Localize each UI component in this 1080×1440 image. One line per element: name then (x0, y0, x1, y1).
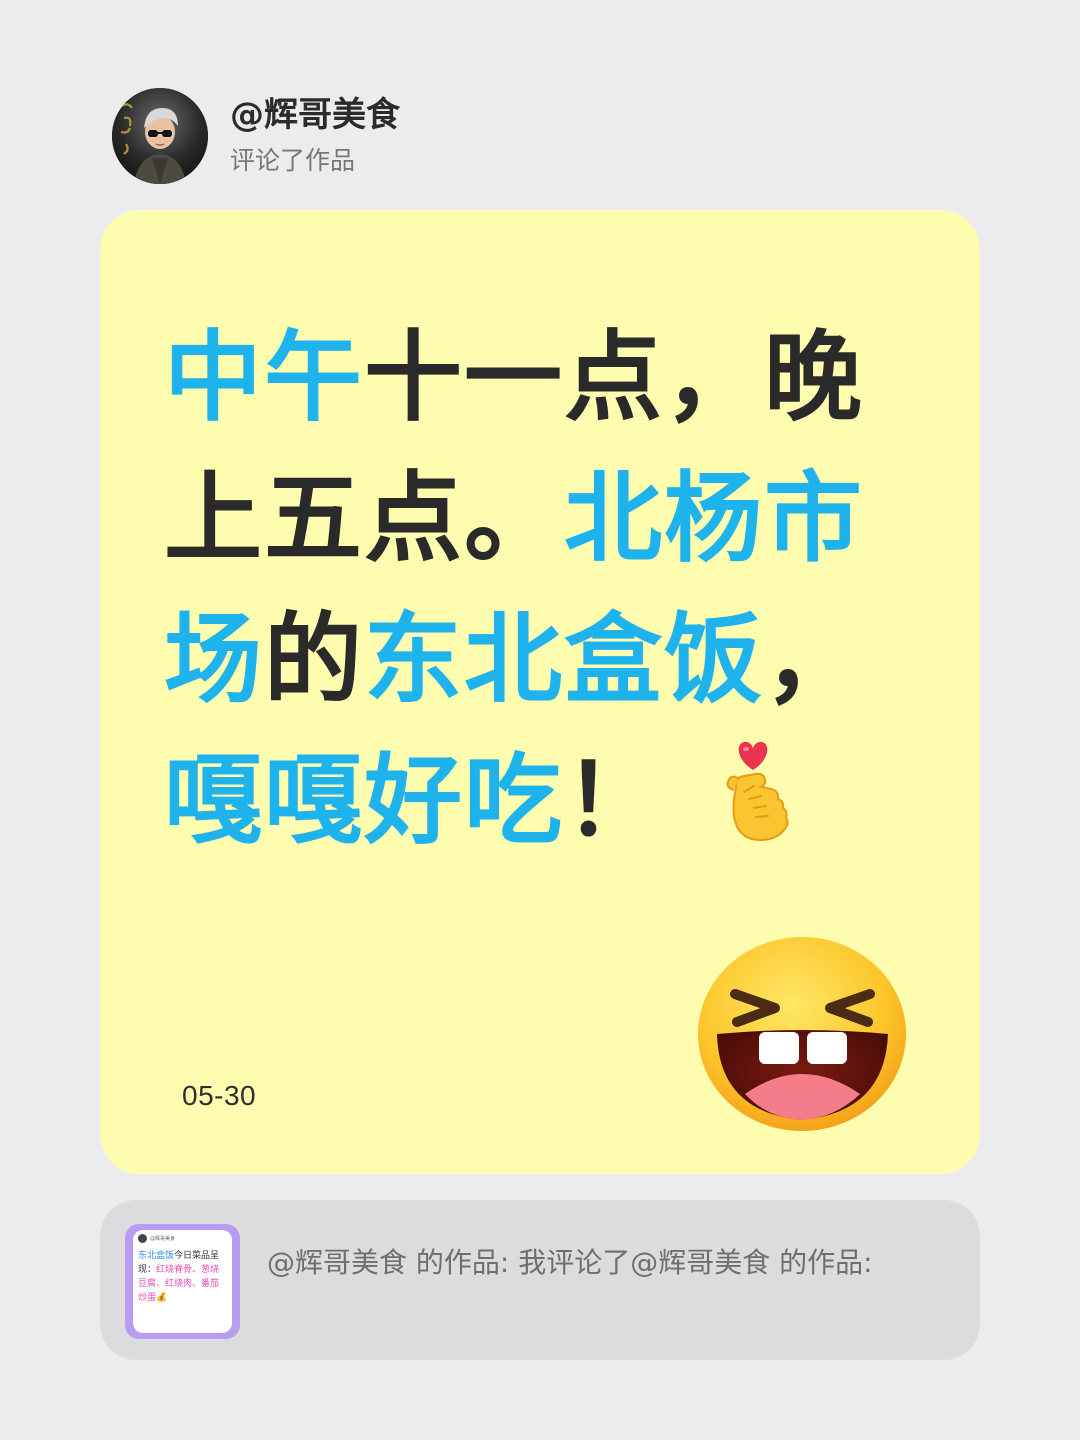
reference-text: @辉哥美食 的作品: 我评论了@辉哥美食 的作品: (267, 1246, 873, 1279)
comment-segment: 中午 (164, 321, 365, 435)
comment-date: 05-30 (182, 1080, 257, 1111)
username[interactable]: @辉哥美食 (230, 93, 400, 137)
referenced-post[interactable]: @辉哥美食 东北盒饭今日菜品呈现：红烧脊骨、葱烧豆腐、红烧肉、番茄炒蛋💰 @辉哥… (100, 1200, 980, 1360)
thumbnail-text-blue: 东北盒饭 (138, 1251, 175, 1261)
thumbnail-avatar (138, 1234, 147, 1243)
comment-segment: 东北盒饭 (364, 603, 765, 717)
comment-segment: ！ (564, 744, 665, 858)
avatar[interactable] (112, 88, 208, 184)
action-text: 评论了作品 (230, 146, 356, 175)
comment-segment: ， (764, 603, 865, 717)
thumbnail-text: 东北盒饭今日菜品呈现：红烧脊骨、葱烧豆腐、红烧肉、番茄炒蛋💰 (133, 1243, 232, 1305)
thumbnail-card: @辉哥美食 东北盒饭今日菜品呈现：红烧脊骨、葱烧豆腐、红烧肉、番茄炒蛋💰 (133, 1230, 232, 1333)
laughing-face-icon (695, 934, 910, 1134)
thumbnail-header: @辉哥美食 (133, 1230, 232, 1243)
avatar-portrait-icon (112, 88, 208, 184)
comment-text: 中午十一点，晚上五点。北杨市场的东北盒饭，嘎嘎好吃！ (164, 308, 924, 872)
money-bag-icon: 💰 (156, 1293, 168, 1303)
comment-card: 中午十一点，晚上五点。北杨市场的东北盒饭，嘎嘎好吃！ 05-30 (100, 210, 980, 1174)
comment-segment: 嘎嘎好吃 (164, 744, 565, 858)
comment-segment: 的 (264, 603, 365, 717)
comment-header: @辉哥美食 评论了作品 (112, 88, 400, 184)
thumbnail-author: @辉哥美食 (150, 1236, 176, 1242)
finger-heart-icon (714, 740, 792, 844)
post-thumbnail[interactable]: @辉哥美食 东北盒饭今日菜品呈现：红烧脊骨、葱烧豆腐、红烧肉、番茄炒蛋💰 (125, 1224, 240, 1339)
comment-share-page: @辉哥美食 评论了作品 中午十一点，晚上五点。北杨市场的东北盒饭，嘎嘎好吃！ 0… (0, 0, 1080, 1440)
header-text: @辉哥美食 评论了作品 (230, 93, 400, 179)
